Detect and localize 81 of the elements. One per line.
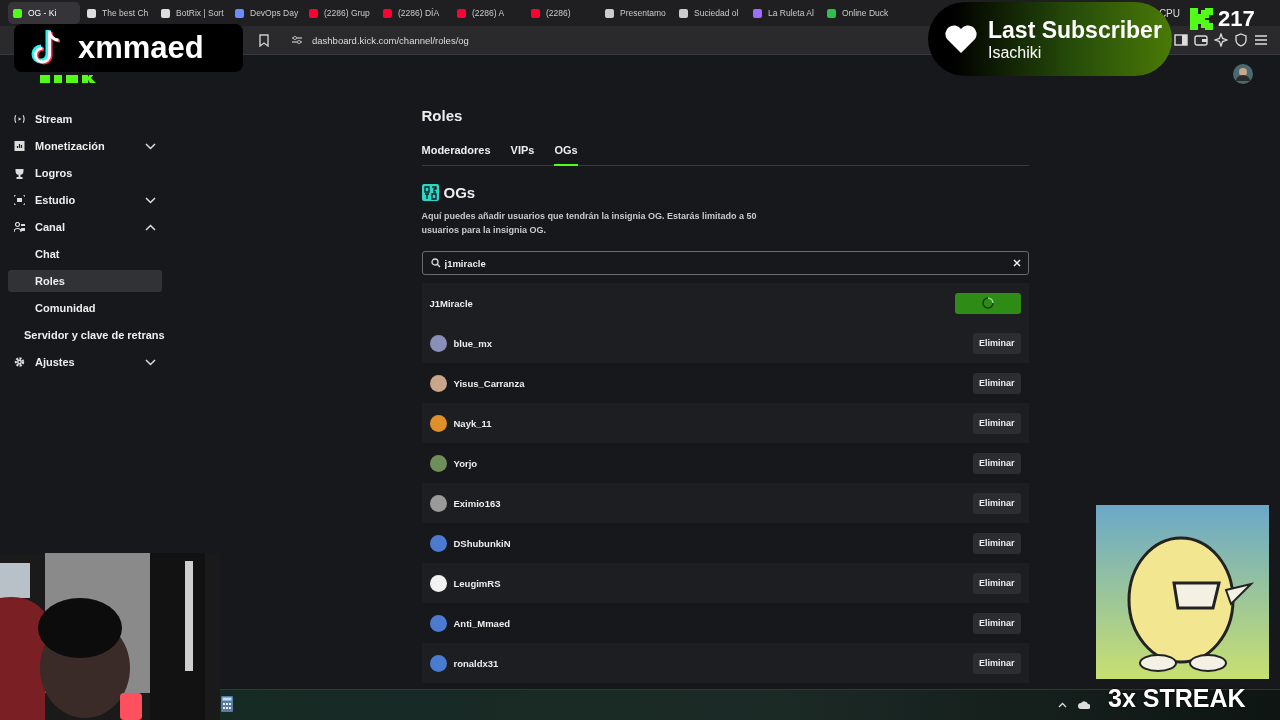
sidebar-item[interactable]: Roles: [8, 270, 162, 292]
sidebar-item[interactable]: Logros: [8, 162, 162, 184]
broadcast-icon: [14, 114, 25, 124]
calculator-icon[interactable]: [221, 696, 233, 712]
trophy-icon: [14, 167, 25, 179]
username: Eximio163: [453, 497, 502, 509]
sidebar-item[interactable]: Servidor y clave de retrans: [8, 324, 162, 346]
viewer-count: 217: [1218, 6, 1255, 32]
sidebar-item[interactable]: Monetización: [8, 135, 162, 157]
sidebar-item[interactable]: Chat: [8, 243, 162, 265]
chevron-up-icon[interactable]: [1058, 702, 1067, 708]
role-tab[interactable]: Moderadores: [421, 144, 491, 166]
browser-tab[interactable]: (2286): [526, 2, 598, 24]
browser-tab[interactable]: DevOps Day: [230, 2, 302, 24]
remove-button[interactable]: Eliminar: [973, 652, 1021, 674]
sidebar-item[interactable]: Estudio: [8, 189, 162, 211]
remove-button[interactable]: Eliminar: [973, 572, 1021, 594]
browser-tab[interactable]: Suciedad ol: [674, 2, 746, 24]
remove-button[interactable]: Eliminar: [973, 532, 1021, 554]
add-button[interactable]: [954, 292, 1021, 314]
users-icon: [14, 222, 25, 232]
logo-icon[interactable]: [40, 75, 96, 83]
role-tab[interactable]: OGs: [554, 144, 578, 166]
browser-tab[interactable]: (2286) Grup: [304, 2, 376, 24]
sidebar-item[interactable]: Stream: [8, 108, 162, 130]
og-badge-icon: [421, 184, 439, 201]
chevron-up-icon: [145, 223, 156, 231]
remove-button[interactable]: Eliminar: [973, 412, 1021, 434]
browser-tab[interactable]: BotRix | Sort: [156, 2, 228, 24]
remove-button[interactable]: Eliminar: [973, 372, 1021, 394]
username: Yorjo: [453, 457, 479, 469]
kick-k-icon: [1190, 8, 1214, 30]
sidebar-item[interactable]: Comunidad: [8, 297, 162, 319]
sparkle-icon[interactable]: [1214, 33, 1228, 47]
remove-button[interactable]: Eliminar: [973, 332, 1021, 354]
chart-icon: [14, 141, 25, 151]
settings-icon: [14, 357, 25, 367]
remove-button[interactable]: Eliminar: [973, 612, 1021, 634]
sidebar-item[interactable]: Canal: [8, 216, 162, 238]
section-title: OGs: [443, 184, 476, 201]
chevron-down-icon: [145, 358, 156, 366]
browser-tab[interactable]: OG - Ki: [8, 2, 80, 24]
alert-title: Last Subscriber: [988, 16, 1162, 44]
browser-tab[interactable]: (2286) DÍA: [378, 2, 450, 24]
subscriber-name: Isachiki: [988, 43, 1043, 62]
search-result-name: J1Miracle: [429, 297, 474, 309]
camera-frame-icon: [14, 195, 25, 205]
menu-icon[interactable]: [1254, 33, 1268, 47]
spinner-icon: [981, 297, 994, 309]
shield-icon[interactable]: [1234, 33, 1248, 47]
search-field[interactable]: j1miracle: [421, 251, 1029, 275]
browser-tab[interactable]: La Ruleta Al: [748, 2, 820, 24]
browser-tab[interactable]: (2286) A: [452, 2, 524, 24]
user-avatar[interactable]: [1233, 64, 1253, 84]
username: Yisus_Carranza: [453, 377, 526, 389]
username: Anti_Mmaed: [453, 617, 511, 629]
chevron-down-icon: [145, 142, 156, 150]
username: Nayk_11: [453, 417, 493, 429]
browser-tab[interactable]: Presentamo: [600, 2, 672, 24]
streak-label: 3x STREAK: [1108, 684, 1246, 713]
heart-icon: [944, 24, 978, 54]
username: LeugimRS: [453, 577, 502, 589]
clear-icon[interactable]: [1012, 259, 1021, 267]
sidebar-icon[interactable]: [1174, 33, 1188, 47]
search-icon: [430, 258, 441, 268]
bookmark-icon[interactable]: [259, 33, 269, 47]
sidebar-item[interactable]: Ajustes: [8, 351, 162, 373]
page-title: Roles: [421, 107, 464, 124]
username: blue_mx: [453, 337, 494, 349]
remove-button[interactable]: Eliminar: [973, 492, 1021, 514]
wallet-icon[interactable]: [1194, 33, 1208, 47]
browser-tab[interactable]: Online Duck: [822, 2, 894, 24]
username: DShubunkiN: [453, 537, 512, 549]
browser-tab[interactable]: The best Ch: [82, 2, 154, 24]
streamer-name: xmmaed: [78, 30, 204, 66]
section-description: Aquí puedes añadir usuarios que tendrán la insignia OG. Estarás limitado a 50 usuarios para la insignia OG.: [421, 210, 758, 237]
remove-button[interactable]: Eliminar: [973, 452, 1021, 474]
cloud-icon[interactable]: [1078, 701, 1090, 709]
role-tab[interactable]: VIPs: [510, 144, 535, 166]
chevron-down-icon: [145, 196, 156, 204]
username: ronaldx31: [453, 657, 500, 669]
